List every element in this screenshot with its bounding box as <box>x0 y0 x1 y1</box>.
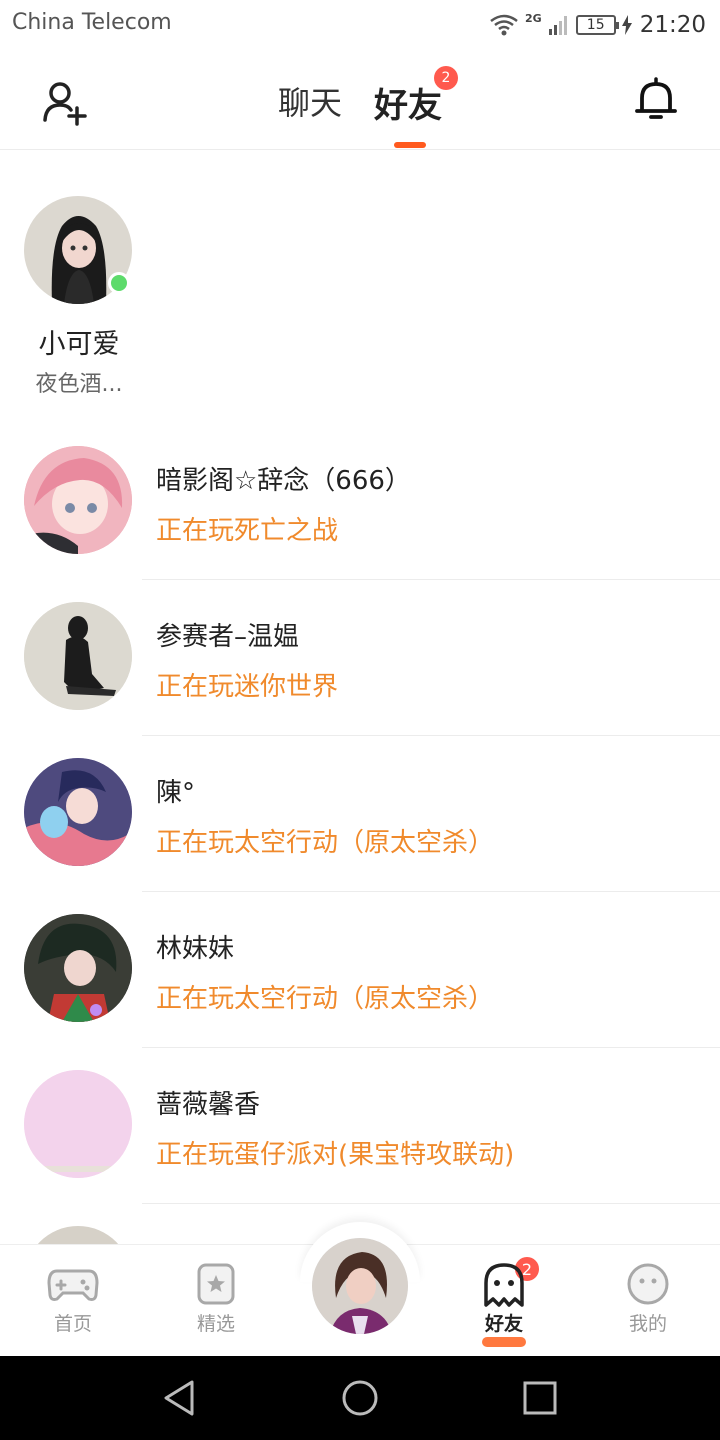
avatar-image <box>312 1238 408 1334</box>
bell-icon[interactable] <box>634 76 678 122</box>
signal-icon <box>548 16 567 35</box>
clock: 21:20 <box>639 12 706 38</box>
avatar[interactable] <box>24 914 132 1022</box>
avatar-image <box>24 446 132 554</box>
friend-list: 暗影阁☆辞念（666） 正在玩死亡之战 参赛者–温媪 正在玩迷你世界 陳° 正在… <box>0 424 720 1360</box>
nav-label: 好友 <box>484 1313 523 1335</box>
friend-name: 林妹妹 <box>156 934 235 964</box>
featured-friend[interactable]: 小可爱 夜色酒... <box>24 196 134 397</box>
add-friend-icon[interactable] <box>40 78 88 126</box>
friend-name: 参赛者–温媪 <box>156 622 300 652</box>
wifi-icon <box>490 14 518 36</box>
nav-featured[interactable]: 精选 <box>171 1261 261 1336</box>
friend-name: 蔷薇馨香 <box>156 1090 261 1120</box>
home-circle-icon[interactable] <box>338 1376 382 1420</box>
avatar-image <box>24 758 132 866</box>
list-item[interactable]: 陳° 正在玩太空行动（原太空杀） <box>0 736 720 892</box>
carrier-name: China Telecom <box>12 10 172 35</box>
gamepad-icon <box>47 1269 99 1301</box>
avatar[interactable] <box>24 758 132 866</box>
friend-status: 正在玩蛋仔派对(果宝特攻联动) <box>156 1140 515 1170</box>
status-bar: China Telecom 2G 15 21:20 <box>0 0 720 50</box>
featured-friend-name: 小可爱 <box>38 329 120 360</box>
nav-label: 精选 <box>196 1313 235 1335</box>
tab-friends[interactable]: 好友 <box>374 78 442 127</box>
back-icon[interactable] <box>158 1376 202 1420</box>
friends-tab-badge: 2 <box>434 66 458 90</box>
avatar-image <box>24 1070 132 1178</box>
center-avatar-button[interactable] <box>312 1238 408 1334</box>
active-tab-indicator <box>394 142 426 148</box>
avatar-image <box>24 914 132 1022</box>
friend-name: 暗影阁☆辞念（666） <box>156 466 411 496</box>
recent-apps-icon[interactable] <box>518 1376 562 1420</box>
friend-status: 正在玩太空行动（原太空杀） <box>156 828 495 858</box>
list-item[interactable]: 蔷薇馨香 正在玩蛋仔派对(果宝特攻联动) <box>0 1048 720 1204</box>
network-type: 2G <box>525 11 542 25</box>
active-nav-indicator <box>482 1337 526 1347</box>
avatar-image <box>24 602 132 710</box>
avatar[interactable] <box>24 1070 132 1178</box>
avatar[interactable] <box>24 602 132 710</box>
nav-label: 我的 <box>628 1313 667 1335</box>
nav-label: 首页 <box>53 1313 92 1335</box>
online-indicator <box>108 272 130 294</box>
nav-me[interactable]: 我的 <box>603 1261 693 1336</box>
star-bookmark-icon <box>197 1263 235 1305</box>
nav-friends[interactable]: 好友 2 <box>459 1255 549 1347</box>
friend-status: 正在玩太空行动（原太空杀） <box>156 984 495 1014</box>
battery-indicator: 15 <box>575 15 619 35</box>
friend-name: 陳° <box>156 778 196 808</box>
tab-chat[interactable]: 聊天 <box>278 78 342 124</box>
friend-status: 正在玩迷你世界 <box>156 672 339 702</box>
featured-friend-status: 夜色酒... <box>35 372 123 397</box>
ghost-icon <box>484 1263 524 1307</box>
nav-home[interactable]: 首页 <box>28 1261 118 1336</box>
avatar[interactable] <box>24 446 132 554</box>
charging-icon <box>621 15 632 35</box>
list-item[interactable]: 林妹妹 正在玩太空行动（原太空杀） <box>0 892 720 1048</box>
status-icons: 2G 15 21:20 <box>489 8 706 42</box>
system-nav-bar <box>0 1356 720 1440</box>
list-item[interactable]: 参赛者–温媪 正在玩迷你世界 <box>0 580 720 736</box>
friend-status: 正在玩死亡之战 <box>156 516 339 546</box>
list-item[interactable]: 暗影阁☆辞念（666） 正在玩死亡之战 <box>0 424 720 580</box>
top-header: 聊天 好友 2 <box>0 50 720 150</box>
face-icon <box>627 1263 669 1305</box>
battery-level: 15 <box>586 17 605 33</box>
